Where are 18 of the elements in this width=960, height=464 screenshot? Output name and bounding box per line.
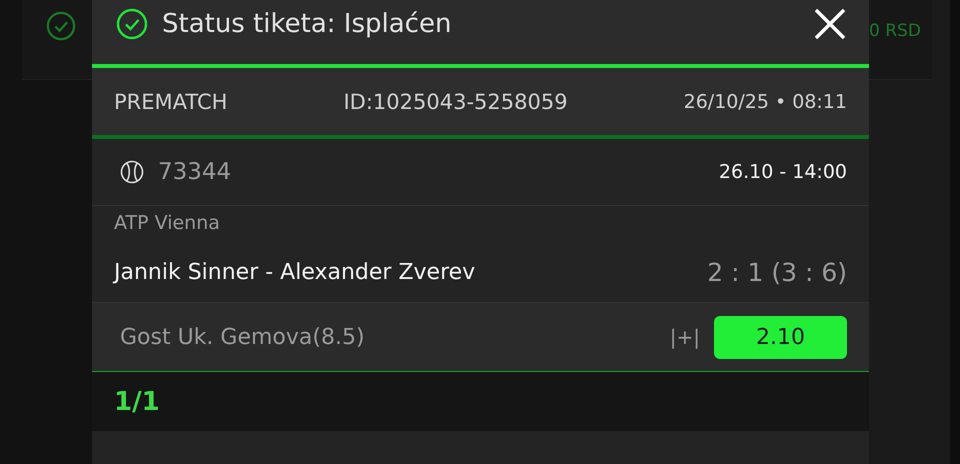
event-time: 26.10 - 14:00 [718,161,847,183]
bet-marker: |+| [670,325,700,349]
match-name: Jannik Sinner - Alexander Zverev [114,260,476,284]
status-check-icon [116,8,148,40]
event-code: 73344 [158,159,232,185]
ticket-counter: 1/1 [114,386,160,416]
match-score: 2 : 1 (3 : 6) [707,258,847,286]
check-icon [46,11,76,41]
amount-text: 0 RSD [869,21,921,41]
close-button[interactable] [813,7,847,41]
ticket-date: 26/10/25 • 08:11 [684,90,847,112]
tennis-ball-icon [120,160,144,184]
league-name: ATP Vienna [114,212,220,234]
odds-badge: 2.10 [714,316,847,358]
ticket-type: PREMATCH [114,90,228,114]
bet-type: Gost Uk. Gemova(8.5) [120,324,366,350]
ticket-id: ID:1025043-5258059 [343,90,568,114]
modal-title: Status tiketa: Isplaćen [162,9,452,39]
